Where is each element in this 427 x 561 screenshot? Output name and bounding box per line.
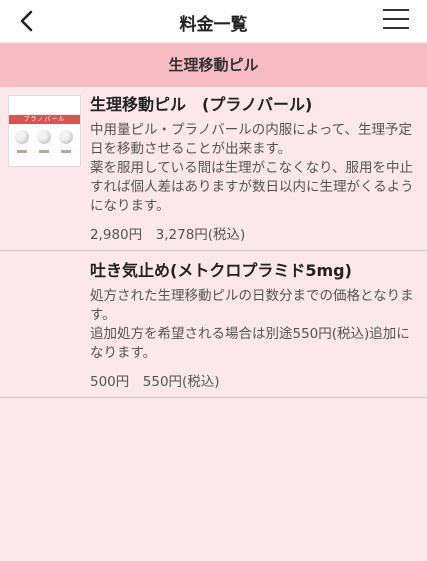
item-price: 2,980円 3,278円(税込): [90, 227, 246, 243]
item-title: 生理移動ピル (プラノバール): [90, 95, 313, 114]
pill-icon: [15, 130, 29, 144]
item-description: 処方された生理移動ピルの日数分までの価格となります。: [90, 288, 414, 323]
item-description: 追加処方を希望される場合は別途550円(税込)追加になります。: [90, 326, 410, 361]
list-item: プラノバール 生理移動ピル (プラノバール) 中用量ピル・プラノバールの内服によ…: [0, 87, 427, 251]
item-price: 500円 550円(税込): [90, 374, 220, 390]
item-description: 薬を服用している間は生理がこなくなり、服用を中止すれば個人差はありますが数日以内…: [90, 160, 414, 214]
item-description: 中用量ピル・プラノバールの内服によって、生理予定日を移動させることが出来ます。: [90, 122, 412, 157]
pill-icon: [59, 130, 73, 144]
product-image-label: プラノバール: [9, 115, 80, 124]
product-image: プラノバール: [8, 95, 81, 167]
chevron-left-icon: [20, 10, 33, 32]
back-button[interactable]: [10, 4, 44, 38]
hamburger-menu-icon: [383, 9, 409, 11]
app-header: 料金一覧: [0, 0, 427, 43]
pill-icon: [37, 130, 51, 144]
page-title: 料金一覧: [179, 15, 248, 35]
section-header: 生理移動ピル: [0, 43, 427, 87]
list-item: 吐き気止め(メトクロプラミド5mg) 処方された生理移動ピルの日数分までの価格と…: [0, 251, 427, 398]
hamburger-menu-button[interactable]: [383, 9, 409, 33]
item-title: 吐き気止め(メトクロプラミド5mg): [90, 261, 352, 280]
